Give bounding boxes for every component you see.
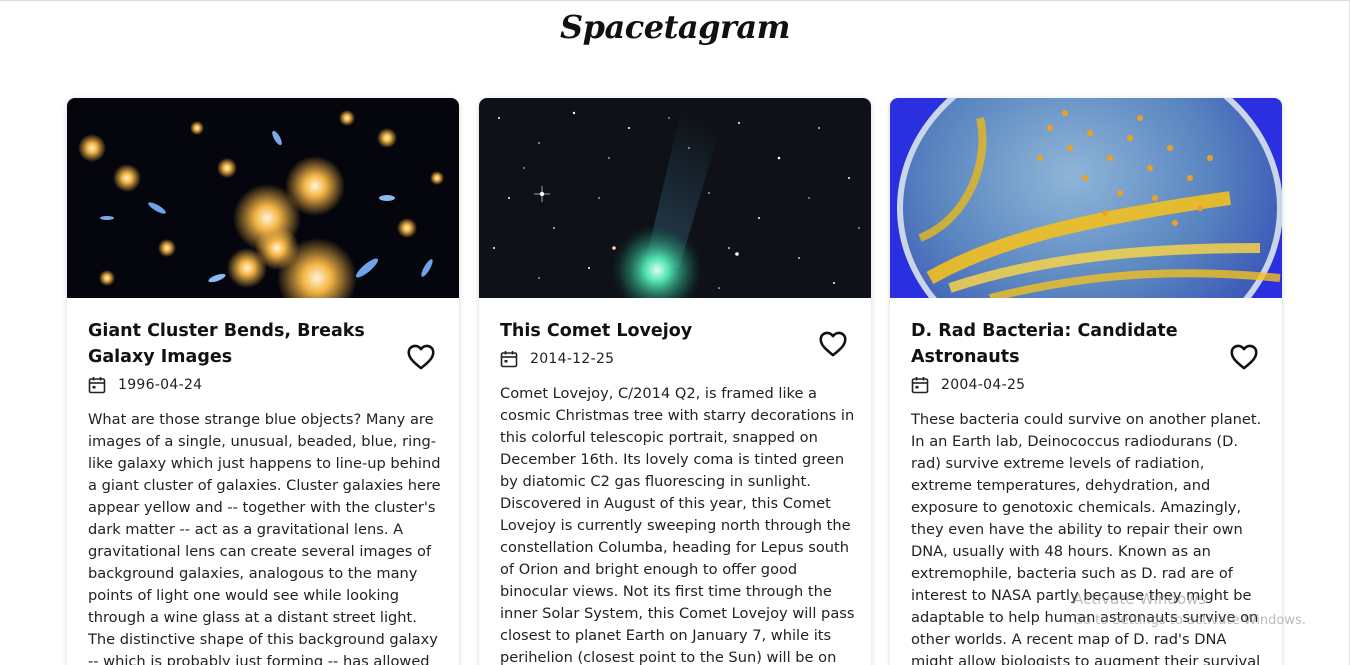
post-image-galaxy-cluster	[67, 98, 459, 298]
heart-icon[interactable]	[1230, 344, 1258, 370]
post-card: Giant Cluster Bends, Breaks Galaxy Image…	[67, 98, 459, 665]
activate-windows-watermark: Activate Windows	[1073, 590, 1207, 608]
post-title: Giant Cluster Bends, Breaks Galaxy Image…	[88, 321, 365, 367]
post-card: This Comet Lovejoy 2014-12-25 Comet Love…	[479, 98, 871, 665]
activate-windows-subtext: Go to Settings to activate Windows.	[1073, 613, 1306, 628]
app-logo: Spacetagram	[560, 8, 790, 46]
post-date-row: 2014-12-25	[500, 350, 614, 368]
window-top-border	[0, 0, 1350, 1]
post-date-row: 2004-04-25	[911, 376, 1025, 394]
post-description: Comet Lovejoy, C/2014 Q2, is framed like…	[500, 385, 855, 665]
post-image-comet	[479, 98, 871, 298]
calendar-icon	[911, 377, 929, 394]
post-date-row: 1996-04-24	[88, 376, 202, 394]
post-date: 1996-04-24	[118, 377, 203, 393]
post-description: What are those strange blue objects? Man…	[88, 411, 441, 665]
post-image-bacteria	[890, 98, 1282, 298]
post-title: D. Rad Bacteria: Candidate Astronauts	[911, 321, 1178, 367]
calendar-icon	[500, 351, 518, 368]
post-date: 2014-12-25	[530, 351, 615, 367]
heart-icon[interactable]	[819, 331, 847, 357]
heart-icon[interactable]	[407, 344, 435, 370]
post-title: This Comet Lovejoy	[500, 321, 693, 341]
post-card: D. Rad Bacteria: Candidate Astronauts 20…	[890, 98, 1282, 665]
calendar-icon	[88, 377, 106, 394]
post-date: 2004-04-25	[941, 377, 1026, 393]
